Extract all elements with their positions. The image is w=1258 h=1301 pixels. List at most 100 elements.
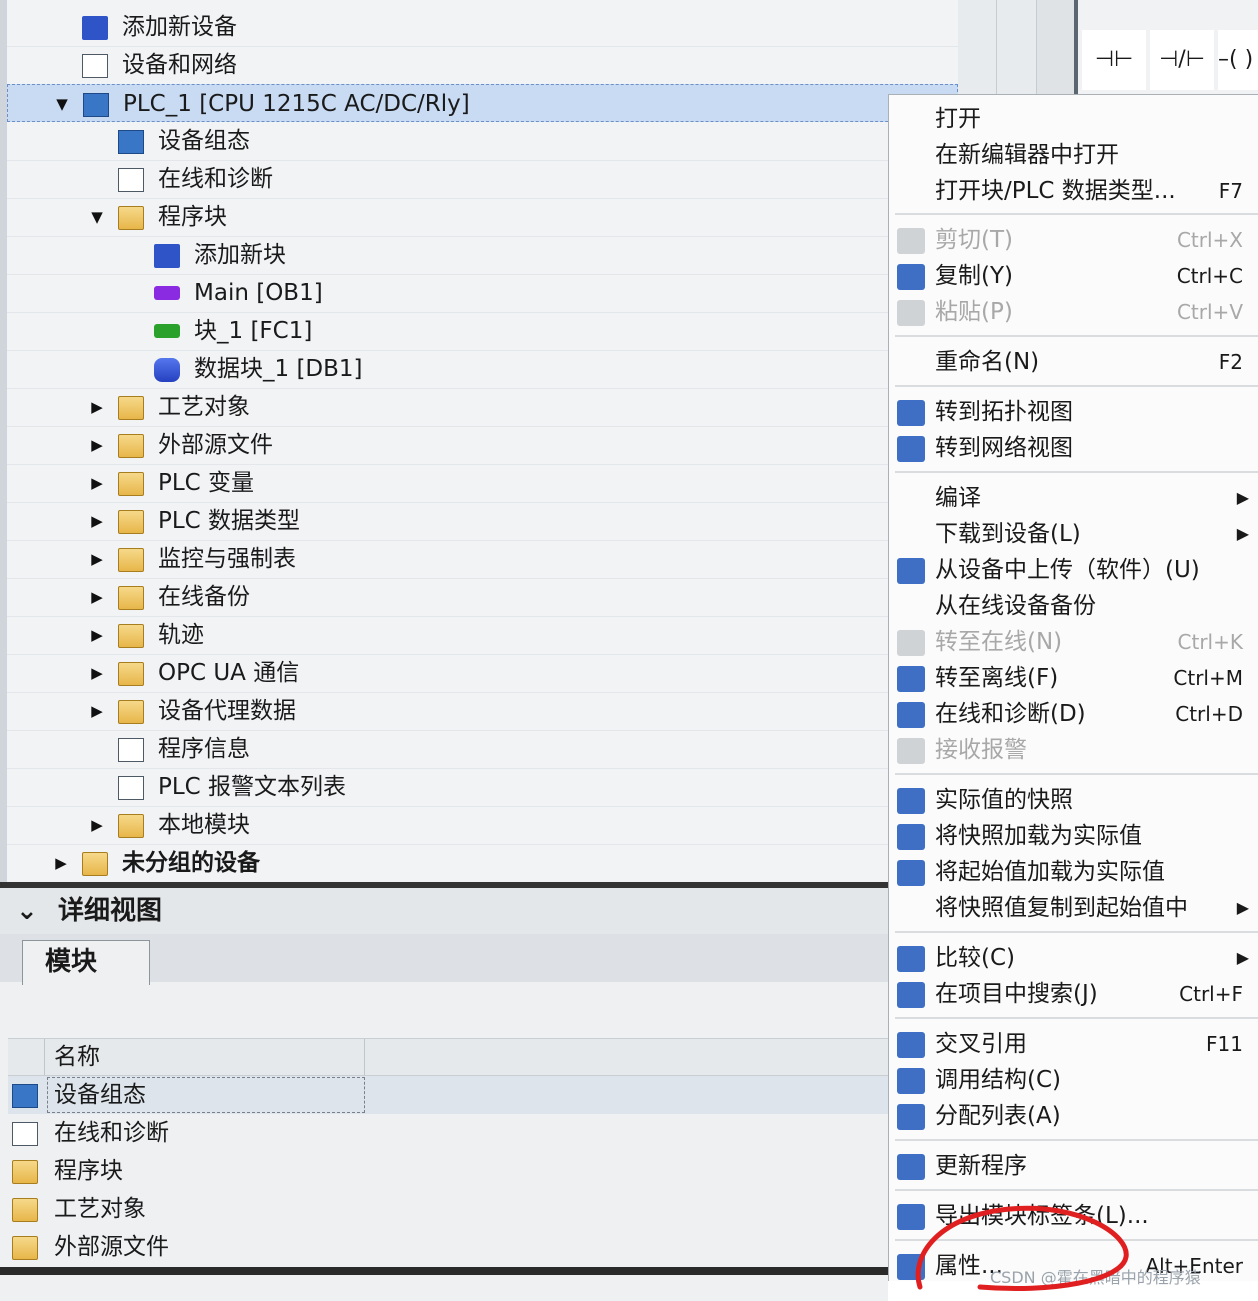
table-row[interactable]: 设备组态 xyxy=(8,1076,888,1114)
expander-arrow-icon[interactable]: ▶ xyxy=(89,578,105,616)
expander-arrow-icon[interactable]: ▶ xyxy=(53,844,69,882)
expander-arrow-icon[interactable]: ▶ xyxy=(89,388,105,426)
tree-item[interactable]: ▶ 监控与强制表 xyxy=(7,540,958,579)
no-contact-button[interactable]: ⊣⊢ xyxy=(1082,30,1146,90)
menu-item[interactable]: 编译 ▶ xyxy=(889,480,1258,516)
menu-separator xyxy=(895,1017,1258,1019)
tree-item[interactable]: ▶ 外部源文件 xyxy=(7,426,958,465)
compare-icon xyxy=(897,946,925,972)
expander-arrow-icon[interactable]: ▶ xyxy=(89,502,105,540)
tree-item[interactable]: ▶ OPC UA 通信 xyxy=(7,654,958,693)
expander-arrow-icon[interactable]: ▼ xyxy=(89,198,105,236)
go-offline-icon xyxy=(897,666,925,692)
tree-item[interactable]: Main [OB1] xyxy=(7,274,958,313)
tree-item[interactable]: ▶ 轨迹 xyxy=(7,616,958,655)
table-row[interactable]: 在线和诊断 xyxy=(8,1114,888,1152)
tree-item[interactable]: ▶ 未分组的设备 xyxy=(7,844,958,882)
tree-item-label: 设备和网络 xyxy=(122,52,237,78)
tree-item[interactable]: ▶ 设备代理数据 xyxy=(7,692,958,731)
tree-item[interactable]: 添加新块 xyxy=(7,236,958,275)
copy-icon xyxy=(897,264,925,290)
tree-item[interactable]: PLC 报警文本列表 xyxy=(7,768,958,807)
expander-arrow-icon[interactable]: ▶ xyxy=(89,616,105,654)
menu-item[interactable]: 将快照加载为实际值 xyxy=(889,818,1258,854)
menu-separator xyxy=(895,773,1258,775)
menu-item[interactable]: 交叉引用 F11 xyxy=(889,1026,1258,1062)
tree-item[interactable]: ▶ 在线备份 xyxy=(7,578,958,617)
menu-item[interactable]: 调用结构(C) xyxy=(889,1062,1258,1098)
detail-view-title: 详细视图 xyxy=(58,896,163,926)
menu-item[interactable]: 在新编辑器中打开 xyxy=(889,137,1258,173)
menu-item[interactable]: 更新程序 xyxy=(889,1148,1258,1184)
menu-item-label: 转至在线(N) xyxy=(935,629,1063,655)
menu-item[interactable]: 从设备中上传（软件）(U) xyxy=(889,552,1258,588)
menu-item[interactable]: 将快照值复制到起始值中 ▶ xyxy=(889,890,1258,926)
expander-arrow-icon[interactable]: ▼ xyxy=(54,85,70,123)
external-source-folder-icon xyxy=(12,1236,38,1260)
table-row[interactable]: 工艺对象 xyxy=(8,1190,888,1228)
menu-item[interactable]: 实际值的快照 xyxy=(889,782,1258,818)
tree-item[interactable]: 数据块_1 [DB1] xyxy=(7,350,958,389)
expander-arrow-icon[interactable]: ▶ xyxy=(89,464,105,502)
menu-item-label: 在项目中搜索(J) xyxy=(935,981,1098,1007)
menu-item-label: 从设备中上传（软件）(U) xyxy=(935,557,1200,583)
project-tree: 添加新设备设备和网络 ▼ PLC_1 [CPU 1215C AC/DC/Rly] 设备… xyxy=(0,0,958,882)
menu-item[interactable]: 重命名(N) F2 xyxy=(889,344,1258,380)
tree-item[interactable]: 在线和诊断 xyxy=(7,160,958,199)
menu-item[interactable]: 打开 xyxy=(889,101,1258,137)
tree-item[interactable]: ▼ 程序块 xyxy=(7,198,958,237)
menu-item[interactable]: 转到拓扑视图 xyxy=(889,394,1258,430)
tree-item[interactable]: 设备和网络 xyxy=(7,46,958,85)
menu-item[interactable]: 从在线设备备份 xyxy=(889,588,1258,624)
table-cell-name: 设备组态 xyxy=(47,1077,365,1113)
tree-status-column xyxy=(958,0,1075,94)
tree-item[interactable]: ▶ PLC 数据类型 xyxy=(7,502,958,541)
menu-separator xyxy=(895,471,1258,473)
menu-item[interactable]: 打开块/PLC 数据类型... F7 xyxy=(889,173,1258,209)
coil-button[interactable]: –( ) xyxy=(1218,30,1258,90)
tree-item-label: 工艺对象 xyxy=(158,394,250,420)
network-icon xyxy=(82,54,108,78)
expander-arrow-icon[interactable]: ▶ xyxy=(89,692,105,730)
tree-item[interactable]: 块_1 [FC1] xyxy=(7,312,958,351)
tree-item-label: 未分组的设备 xyxy=(122,850,260,876)
tree-item[interactable]: ▶ 本地模块 xyxy=(7,806,958,845)
expander-arrow-icon[interactable]: ▶ xyxy=(89,806,105,844)
online-backup-folder-icon xyxy=(118,586,144,610)
menu-item[interactable]: 在项目中搜索(J) Ctrl+F xyxy=(889,976,1258,1012)
menu-item[interactable]: 在线和诊断(D) Ctrl+D xyxy=(889,696,1258,732)
menu-item-label: 编译 xyxy=(935,485,981,511)
menu-item[interactable]: 转至离线(F) Ctrl+M xyxy=(889,660,1258,696)
collapse-chevron-icon[interactable]: ⌄ xyxy=(16,888,38,934)
menu-item[interactable]: 转到网络视图 xyxy=(889,430,1258,466)
update-program-icon xyxy=(897,1154,925,1180)
tree-item[interactable]: 添加新设备 xyxy=(7,8,958,47)
tree-item[interactable]: ▶ PLC 变量 xyxy=(7,464,958,503)
tree-item[interactable]: ▼ PLC_1 [CPU 1215C AC/DC/Rly] xyxy=(7,84,958,122)
tab-modules[interactable]: 模块 xyxy=(22,940,150,985)
menu-item-label: 打开 xyxy=(935,106,981,132)
tree-item[interactable]: 程序信息 xyxy=(7,730,958,769)
submenu-arrow-icon: ▶ xyxy=(1236,488,1249,507)
ladder-toolbar: ⊣⊢ ⊣/⊢ –( ) xyxy=(1074,0,1258,94)
table-row[interactable]: 外部源文件 xyxy=(8,1228,888,1266)
menu-separator xyxy=(895,931,1258,933)
tree-item[interactable]: ▶ 工艺对象 xyxy=(7,388,958,427)
db-block-icon xyxy=(154,358,180,382)
menu-item[interactable]: 下载到设备(L) ▶ xyxy=(889,516,1258,552)
detail-view-header[interactable]: ⌄ 详细视图 xyxy=(0,888,888,935)
column-header-name[interactable]: 名称 xyxy=(54,1039,100,1075)
submenu-arrow-icon: ▶ xyxy=(1236,948,1249,967)
menu-item[interactable]: 复制(Y) Ctrl+C xyxy=(889,258,1258,294)
expander-arrow-icon[interactable]: ▶ xyxy=(89,654,105,692)
expander-arrow-icon[interactable]: ▶ xyxy=(89,540,105,578)
expander-arrow-icon[interactable]: ▶ xyxy=(89,426,105,464)
menu-item[interactable]: 比较(C) ▶ xyxy=(889,940,1258,976)
table-row[interactable]: 程序块 xyxy=(8,1152,888,1190)
technology-objects-folder-icon xyxy=(118,396,144,420)
menu-item[interactable]: 分配列表(A) xyxy=(889,1098,1258,1134)
tree-item[interactable]: 设备组态 xyxy=(7,122,958,161)
menu-item[interactable]: 将起始值加载为实际值 xyxy=(889,854,1258,890)
nc-contact-button[interactable]: ⊣/⊢ xyxy=(1150,30,1214,90)
tree-scrollbar[interactable] xyxy=(1036,0,1075,94)
